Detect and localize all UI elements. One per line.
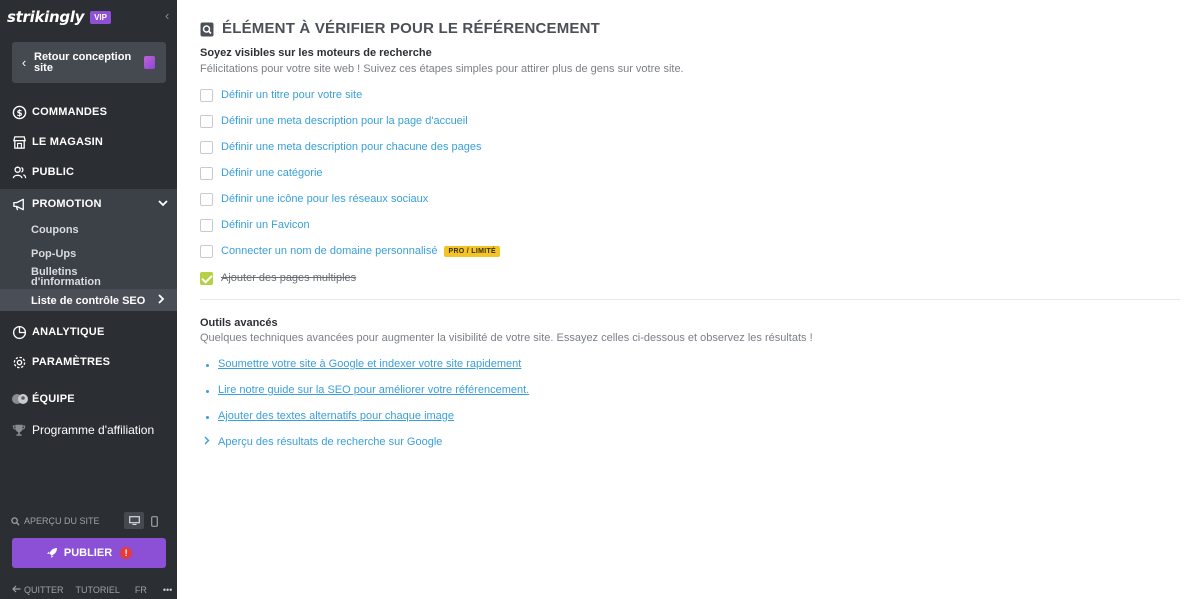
- nav-parametres-label: PARAMÈTRES: [32, 356, 111, 368]
- back-button-label: Retour conception site: [34, 50, 132, 74]
- sub-item-seo-checklist[interactable]: Liste de contrôle SEO: [31, 296, 145, 307]
- checklist-item-title[interactable]: Définir un titre pour votre site: [200, 87, 362, 103]
- sidebar-footer: QUITTER TUTORIEL FR •••: [12, 584, 172, 596]
- nav-magasin-label: LE MAGASIN: [32, 136, 104, 148]
- search-icon: [11, 516, 20, 526]
- store-icon: [11, 134, 27, 150]
- nav-affiliation[interactable]: Programme d'affiliation: [0, 415, 177, 445]
- rocket-icon: [46, 548, 57, 558]
- main-content: ÉLÉMENT À VÉRIFIER POUR LE RÉFÉRENCEMENT…: [177, 0, 1200, 599]
- checklist-item-multiple-pages[interactable]: Ajouter des pages multiples: [200, 270, 356, 286]
- checklist-item-pages-meta[interactable]: Définir une meta description pour chacun…: [200, 139, 482, 155]
- chevron-right-icon: [204, 436, 214, 448]
- checklist-checkbox[interactable]: [200, 244, 213, 258]
- svg-text:$: $: [16, 107, 22, 117]
- chevron-down-icon: [158, 198, 168, 210]
- tool-link-seo-guide[interactable]: Lire notre guide sur la SEO pour amélior…: [218, 384, 529, 396]
- nav-analytique-label: ANALYTIQUE: [32, 326, 105, 338]
- serp-preview-toggle[interactable]: Aperçu des résultats de recherche sur Go…: [204, 436, 442, 448]
- nav-equipe[interactable]: ÉQUIPE: [0, 384, 177, 414]
- checklist-link-done[interactable]: Ajouter des pages multiples: [221, 272, 356, 284]
- sub-item-coupons[interactable]: Coupons: [31, 225, 79, 236]
- page-icon: [144, 56, 155, 69]
- advanced-heading: Outils avancés: [200, 317, 278, 329]
- bullet-icon: [206, 390, 209, 393]
- tool-link-google-index[interactable]: Soumettre votre site à Google et indexer…: [218, 358, 521, 370]
- nav-commandes-label: COMMANDES: [32, 106, 108, 118]
- brand[interactable]: strikingly VIP: [7, 7, 111, 27]
- arrow-left-icon: [12, 585, 21, 595]
- site-preview-label[interactable]: APERÇU DU SITE: [24, 516, 100, 526]
- checklist-link[interactable]: Définir une icône pour les réseaux socia…: [221, 193, 428, 205]
- megaphone-icon: [11, 196, 27, 212]
- checklist-item-home-meta[interactable]: Définir une meta description pour la pag…: [200, 113, 468, 129]
- checklist-checkbox[interactable]: [200, 88, 213, 102]
- publish-alert-icon: !: [120, 547, 133, 559]
- checklist-checkbox[interactable]: [200, 166, 213, 180]
- nav-public-label: PUBLIC: [32, 166, 75, 178]
- dollar-icon: $: [11, 104, 27, 120]
- checklist-link[interactable]: Définir un titre pour votre site: [221, 89, 362, 101]
- quit-link[interactable]: QUITTER: [24, 585, 64, 595]
- gear-icon: [11, 354, 27, 370]
- nav-promotion-label: PROMOTION: [32, 198, 102, 210]
- visibility-heading: Soyez visibles sur les moteurs de recher…: [200, 47, 432, 59]
- page-title: ÉLÉMENT À VÉRIFIER POUR LE RÉFÉRENCEMENT: [222, 20, 601, 37]
- language-selector[interactable]: FR: [135, 585, 147, 595]
- checklist-link[interactable]: Définir une catégorie: [221, 167, 323, 179]
- checklist-link[interactable]: Connecter un nom de domaine personnalisé: [221, 245, 437, 257]
- chevron-left-icon: ‹: [21, 55, 27, 70]
- publish-label: PUBLIER: [63, 547, 113, 559]
- seo-search-icon: [200, 22, 214, 37]
- nav-equipe-label: ÉQUIPE: [32, 393, 75, 405]
- checklist-checkbox[interactable]: [200, 114, 213, 128]
- checklist-link[interactable]: Définir une meta description pour chacun…: [221, 141, 482, 153]
- nav-parametres[interactable]: PARAMÈTRES: [0, 347, 177, 377]
- sub-item-bulletins[interactable]: Bulletins d'information: [31, 267, 101, 288]
- site-preview-row: APERÇU DU SITE: [11, 512, 166, 529]
- sub-item-bulletins-line2: d'information: [31, 276, 101, 288]
- brand-logo: strikingly: [7, 8, 85, 26]
- nav-commandes[interactable]: $ COMMANDES: [0, 97, 177, 127]
- serp-preview-label: Aperçu des résultats de recherche sur Go…: [218, 436, 443, 448]
- pro-limited-badge: PRO / LIMITÉ: [444, 245, 501, 257]
- checklist-item-favicon[interactable]: Définir un Favicon: [200, 217, 310, 233]
- checklist-item-social-icon[interactable]: Définir une icône pour les réseaux socia…: [200, 191, 428, 207]
- checklist-checkbox-checked[interactable]: [200, 271, 213, 285]
- chevron-right-icon: [158, 294, 165, 307]
- mobile-icon[interactable]: [149, 513, 159, 529]
- pie-chart-icon: [11, 324, 27, 340]
- bullet-icon: [206, 416, 209, 419]
- checklist-link[interactable]: Définir une meta description pour la pag…: [221, 115, 468, 127]
- desktop-icon[interactable]: [124, 512, 144, 529]
- checklist-link[interactable]: Définir un Favicon: [221, 219, 310, 231]
- back-to-editor-button[interactable]: ‹ Retour conception site: [12, 42, 166, 83]
- nav-public[interactable]: PUBLIC: [0, 157, 177, 187]
- team-avatars-icon: [11, 391, 29, 407]
- vip-badge: VIP: [90, 10, 111, 24]
- nav-affiliation-label: Programme d'affiliation: [32, 423, 155, 437]
- tutorial-link[interactable]: TUTORIEL: [76, 585, 120, 595]
- checklist-checkbox[interactable]: [200, 218, 213, 232]
- visibility-subtitle: Félicitations pour votre site web ! Suiv…: [200, 63, 684, 75]
- tool-link-alt-text[interactable]: Ajouter des textes alternatifs pour chaq…: [218, 410, 454, 422]
- checklist-item-domain[interactable]: Connecter un nom de domaine personnalisé…: [200, 243, 501, 259]
- sidebar: strikingly VIP ‹ ‹ Retour conception sit…: [0, 0, 177, 599]
- checklist-item-category[interactable]: Définir une catégorie: [200, 165, 323, 181]
- more-options-icon[interactable]: •••: [163, 585, 172, 595]
- advanced-subtitle: Quelques techniques avancées pour augmen…: [200, 332, 813, 344]
- checklist-checkbox[interactable]: [200, 192, 213, 206]
- trophy-icon: [11, 422, 27, 438]
- section-divider: [200, 299, 1180, 300]
- users-icon: [11, 164, 27, 180]
- bullet-icon: [206, 364, 209, 367]
- nav-promotion[interactable]: PROMOTION: [0, 189, 177, 219]
- nav-magasin[interactable]: LE MAGASIN: [0, 127, 177, 157]
- publish-button[interactable]: PUBLIER !: [12, 538, 166, 568]
- nav-analytique[interactable]: ANALYTIQUE: [0, 317, 177, 347]
- checklist-checkbox[interactable]: [200, 140, 213, 154]
- collapse-sidebar-chevron-icon[interactable]: ‹: [165, 9, 173, 23]
- sub-item-popups[interactable]: Pop-Ups: [31, 249, 76, 260]
